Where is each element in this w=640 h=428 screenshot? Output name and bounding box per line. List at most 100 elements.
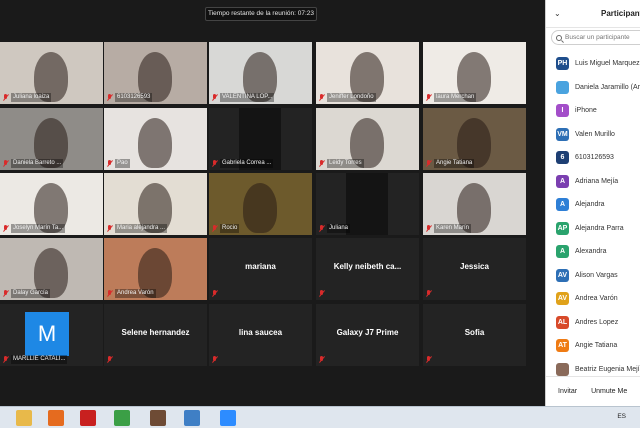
participant-tile[interactable]: Juliana loaiza xyxy=(0,42,103,104)
muted-mic-icon xyxy=(106,159,113,168)
participant-tile[interactable]: laura Merchan xyxy=(423,42,526,104)
participant-list-name: 6103126593 xyxy=(575,154,614,162)
participant-list-item[interactable]: A Alejandra xyxy=(546,193,640,217)
tile-name-bar: Leidy Torres xyxy=(318,159,364,168)
tile-name-bar: Jeniffer Londoño xyxy=(318,93,376,102)
participant-list-item[interactable]: A Adriana Mejía xyxy=(546,170,640,194)
participant-list-item[interactable]: VM Valen Murillo xyxy=(546,123,640,147)
participant-display-name: Selene hernandez xyxy=(121,328,190,337)
participant-tile[interactable]: VALENTINA LOP... xyxy=(209,42,312,104)
avatar: A xyxy=(556,198,569,212)
participant-tile[interactable]: Galaxy J7 Prime xyxy=(316,304,419,366)
participant-list-item[interactable]: AV Alison Vargas xyxy=(546,264,640,288)
muted-mic-icon xyxy=(2,224,9,233)
participant-tile[interactable]: mariana xyxy=(209,238,312,300)
participant-tile[interactable]: 6103126593 xyxy=(104,42,207,104)
participant-list-name: iPhone xyxy=(575,107,597,115)
participant-tile[interactable]: Rocio xyxy=(209,173,312,235)
participant-tile[interactable]: Gabriela Correa ... xyxy=(209,108,312,170)
participant-list-name: Luis Miguel Marquez xyxy=(575,60,640,68)
avatar: M xyxy=(25,312,69,356)
avatar: AV xyxy=(556,268,569,282)
participant-list-name: Andrea Varón xyxy=(575,295,618,303)
participant-name: laura Merchan xyxy=(434,93,477,102)
participant-tile[interactable]: Daniela Barreto ... xyxy=(0,108,103,170)
tile-name-bar: Juliana xyxy=(318,224,351,233)
avatar: A xyxy=(556,245,569,259)
participant-tile[interactable]: Selene hernandez xyxy=(104,304,207,366)
participant-list-item[interactable]: Daniela Jaramillo (Ar xyxy=(546,76,640,100)
invite-button[interactable]: Invitar xyxy=(554,385,582,398)
tile-name-bar: VALENTINA LOP... xyxy=(211,93,275,102)
acrobat-reader-icon[interactable] xyxy=(80,410,96,426)
video-feed xyxy=(346,173,388,235)
participant-list-item[interactable]: AT Angie Tatiana xyxy=(546,334,640,358)
participant-name: Angie Tatiana xyxy=(434,159,475,168)
muted-mic-icon xyxy=(318,224,325,233)
participant-name: Daniela Barreto ... xyxy=(11,159,64,168)
tile-name-bar: Daniela Barreto ... xyxy=(2,159,64,168)
muted-mic-icon xyxy=(211,224,218,233)
muted-mic-icon xyxy=(318,159,325,168)
participant-tile[interactable]: Sofia xyxy=(423,304,526,366)
avatar: AV xyxy=(556,292,569,306)
zoom-icon[interactable] xyxy=(220,410,236,426)
tile-name-bar: MARLLIE CATALI... xyxy=(2,355,68,364)
participant-tile[interactable]: Kelly neibeth ca... xyxy=(316,238,419,300)
participant-list-item[interactable]: AV Andrea Varón xyxy=(546,287,640,311)
participant-list-name: Daniela Jaramillo (Ar xyxy=(575,83,640,91)
tile-name-bar: laura Merchan xyxy=(425,93,477,102)
avatar: PH xyxy=(556,57,569,71)
muted-mic-icon xyxy=(211,93,218,102)
participant-tile[interactable]: Pao xyxy=(104,108,207,170)
participant-tile[interactable]: Dalay García xyxy=(0,238,103,300)
muted-mic-icon xyxy=(318,355,325,364)
participant-tile[interactable]: Joselyn Marín Ta... xyxy=(0,173,103,235)
participant-list-item[interactable]: 6 6103126593 xyxy=(546,146,640,170)
chrome-icon[interactable] xyxy=(114,410,130,426)
participant-display-name: Kelly neibeth ca... xyxy=(333,262,402,271)
participant-search[interactable] xyxy=(551,30,640,45)
chevron-down-icon[interactable]: ⌄ xyxy=(554,9,561,18)
avatar: VM xyxy=(556,127,569,141)
participant-list-item[interactable]: AP Alejandra Parra xyxy=(546,217,640,241)
unmute-me-button[interactable]: Unmute Me xyxy=(587,385,632,398)
participants-header: ⌄ Participante xyxy=(546,0,640,28)
participant-name: Karen Marín xyxy=(434,224,472,233)
participant-display-name: lina saucea xyxy=(238,328,283,337)
muted-mic-icon xyxy=(106,224,113,233)
tile-name-bar xyxy=(318,289,325,298)
language-indicator[interactable]: ES xyxy=(617,413,626,420)
participant-tile[interactable]: Andrea Varón xyxy=(104,238,207,300)
participant-list-item[interactable]: AL Andres Lopez xyxy=(546,311,640,335)
avatar: I xyxy=(556,104,569,118)
search-input[interactable] xyxy=(565,34,640,41)
participant-list-name: Beatriz Eugenia Mejía xyxy=(575,365,640,373)
participant-tile[interactable]: Juliana xyxy=(316,173,419,235)
participant-tile[interactable]: Karen Marín xyxy=(423,173,526,235)
muted-mic-icon xyxy=(425,224,432,233)
muted-mic-icon xyxy=(425,159,432,168)
participant-tile[interactable]: Leidy Torres xyxy=(316,108,419,170)
participant-tile[interactable]: Jeniffer Londoño xyxy=(316,42,419,104)
media-player-icon[interactable] xyxy=(48,410,64,426)
participant-tile[interactable]: Jessica xyxy=(423,238,526,300)
file-explorer-icon[interactable] xyxy=(16,410,32,426)
muted-mic-icon xyxy=(318,93,325,102)
participant-tile[interactable]: M MARLLIE CATALI... xyxy=(0,304,103,366)
participant-list-item[interactable]: A Alexandra xyxy=(546,240,640,264)
participant-tile[interactable]: lina saucea xyxy=(209,304,312,366)
tile-name-bar: Pao xyxy=(106,159,130,168)
participant-display-name: Jessica xyxy=(460,262,489,271)
tile-name-bar: Dalay García xyxy=(2,289,51,298)
photo-app-icon[interactable] xyxy=(150,410,166,426)
participant-tile[interactable]: Angie Tatiana xyxy=(423,108,526,170)
avatar: A xyxy=(556,174,569,188)
participant-tile[interactable]: Maria alejandra ... xyxy=(104,173,207,235)
participant-list-item[interactable]: IiPhone xyxy=(546,99,640,123)
participant-list-item[interactable]: PH Luis Miguel Marquez xyxy=(546,52,640,76)
paint-icon[interactable] xyxy=(184,410,200,426)
muted-mic-icon xyxy=(106,289,113,298)
participant-name: Jeniffer Londoño xyxy=(327,93,376,102)
participant-name: Gabriela Correa ... xyxy=(220,159,274,168)
